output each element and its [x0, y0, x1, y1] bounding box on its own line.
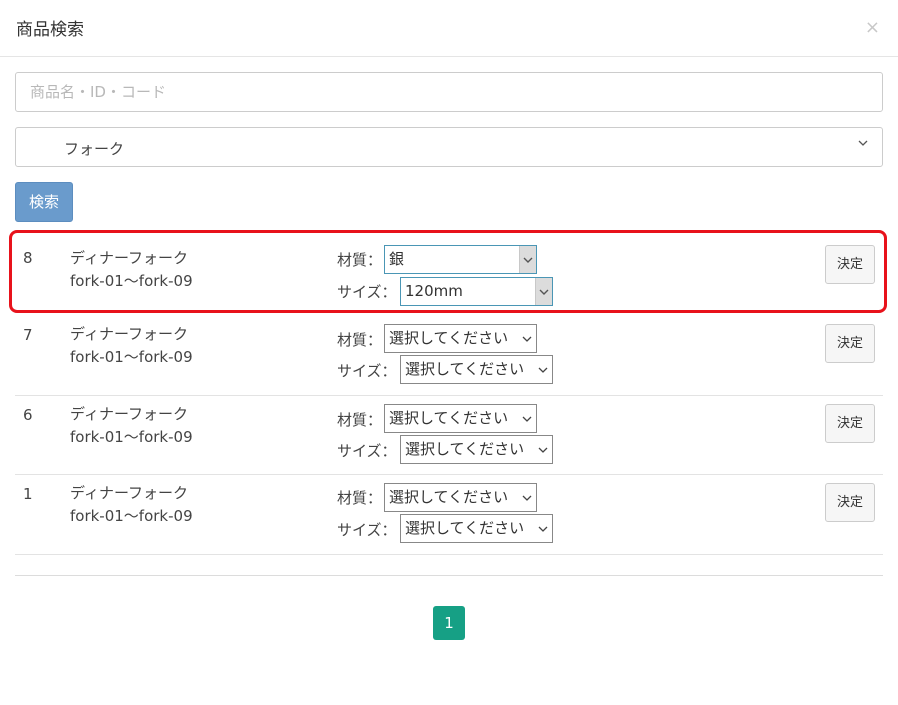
product-code: fork-01〜fork-09	[70, 272, 193, 290]
row-number: 7	[23, 326, 33, 344]
product-name: ディナーフォーク	[70, 325, 189, 343]
material-select[interactable]: 選択してください	[384, 324, 537, 353]
chevron-down-icon	[538, 447, 548, 453]
chevron-down-icon	[522, 336, 532, 342]
material-selected-value: 銀	[389, 250, 405, 268]
product-name: ディナーフォーク	[70, 484, 189, 502]
material-label: 材質：	[337, 411, 383, 429]
size-select[interactable]: 選択してください	[400, 435, 553, 464]
size-label: サイズ：	[337, 442, 397, 460]
product-info: ディナーフォーク fork-01〜fork-09	[70, 323, 193, 369]
chevron-down-icon	[522, 495, 532, 501]
size-selected-value: 選択してください	[405, 519, 525, 537]
product-code: fork-01〜fork-09	[70, 348, 193, 366]
product-name: ディナーフォーク	[70, 405, 189, 423]
select-arrow	[535, 278, 552, 305]
decide-button[interactable]: 決定	[825, 324, 875, 363]
size-label: サイズ：	[337, 521, 397, 539]
material-label: 材質：	[337, 331, 383, 349]
size-selected-value: 120mm	[405, 282, 463, 300]
modal-title: 商品検索	[16, 20, 84, 40]
size-select[interactable]: 選択してください	[400, 514, 553, 543]
material-select[interactable]: 選択してください	[384, 404, 537, 433]
product-code: fork-01〜fork-09	[70, 507, 193, 525]
pagination-page-1[interactable]: 1	[433, 606, 465, 640]
material-label: 材質：	[337, 489, 383, 507]
chevron-down-icon	[539, 289, 549, 295]
search-button[interactable]: 検索	[15, 182, 73, 222]
material-selected-value: 選択してください	[389, 409, 509, 427]
size-label: サイズ：	[337, 362, 397, 380]
product-info: ディナーフォーク fork-01〜fork-09	[70, 247, 193, 293]
size-label: サイズ：	[337, 283, 397, 301]
chevron-down-icon	[858, 140, 868, 146]
result-row: 8 ディナーフォーク fork-01〜fork-09 材質： 銀 サイズ： 12…	[15, 232, 883, 312]
material-select[interactable]: 選択してください	[384, 483, 537, 512]
row-number: 8	[23, 249, 33, 267]
result-row: 7 ディナーフォーク fork-01〜fork-09 材質： 選択してください …	[15, 312, 883, 396]
category-selected-value: フォーク	[64, 140, 125, 158]
product-info: ディナーフォーク fork-01〜fork-09	[70, 482, 193, 528]
product-name: ディナーフォーク	[70, 249, 189, 267]
size-select[interactable]: 120mm	[400, 277, 553, 306]
material-select[interactable]: 銀	[384, 245, 537, 274]
chevron-down-icon	[523, 257, 533, 263]
decide-button[interactable]: 決定	[825, 245, 875, 284]
material-selected-value: 選択してください	[389, 488, 509, 506]
modal-header: 商品検索 ×	[0, 0, 898, 57]
size-selected-value: 選択してください	[405, 360, 525, 378]
product-code: fork-01〜fork-09	[70, 428, 193, 446]
product-info: ディナーフォーク fork-01〜fork-09	[70, 403, 193, 449]
chevron-down-icon	[538, 367, 548, 373]
chevron-down-icon	[522, 416, 532, 422]
result-row: 6 ディナーフォーク fork-01〜fork-09 材質： 選択してください …	[15, 396, 883, 475]
close-icon[interactable]: ×	[865, 18, 880, 38]
chevron-down-icon	[538, 526, 548, 532]
divider	[15, 575, 883, 576]
size-select[interactable]: 選択してください	[400, 355, 553, 384]
decide-button[interactable]: 決定	[825, 483, 875, 522]
select-arrow	[519, 246, 536, 273]
size-selected-value: 選択してください	[405, 440, 525, 458]
search-input[interactable]	[15, 72, 883, 112]
result-row: 1 ディナーフォーク fork-01〜fork-09 材質： 選択してください …	[15, 475, 883, 555]
material-label: 材質：	[337, 251, 383, 269]
decide-button[interactable]: 決定	[825, 404, 875, 443]
category-select[interactable]: フォーク	[15, 127, 883, 167]
row-number: 6	[23, 406, 33, 424]
row-number: 1	[23, 485, 33, 503]
material-selected-value: 選択してください	[389, 329, 509, 347]
